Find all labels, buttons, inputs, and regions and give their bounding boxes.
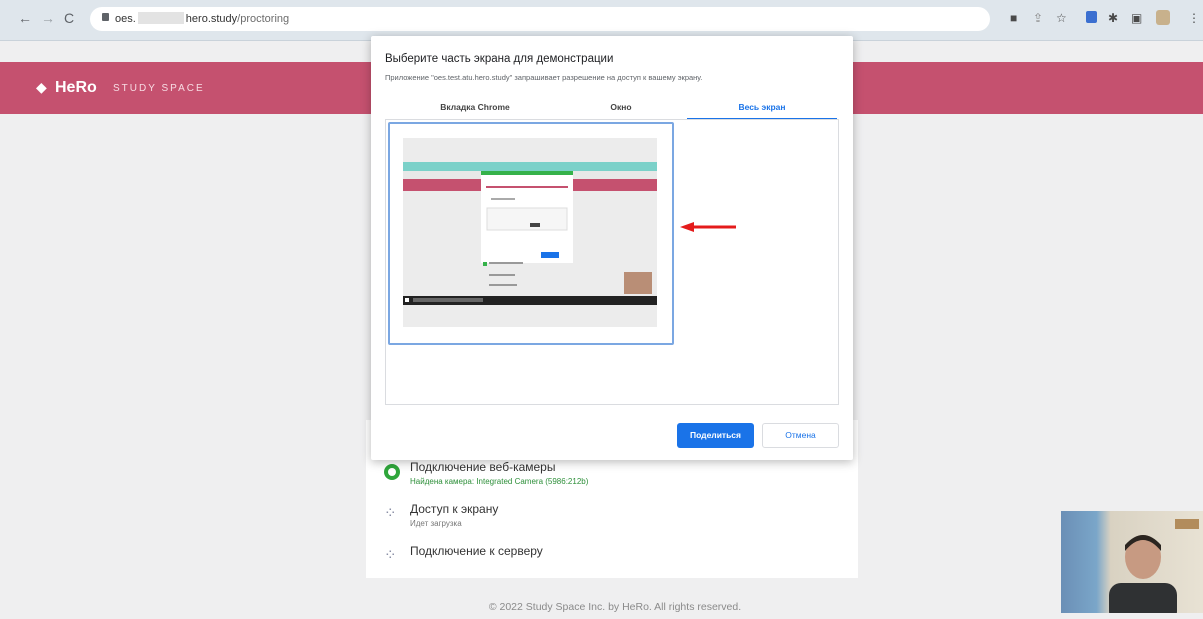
share-button[interactable]: Поделиться [677, 423, 754, 448]
logo-text: HeRo [55, 79, 97, 96]
camera-icon[interactable]: ■ [1010, 11, 1017, 25]
tab-window[interactable]: Окно [546, 102, 696, 112]
screen-thumbnail-image [403, 138, 657, 327]
webcam-preview [1061, 511, 1203, 613]
screen-share-dialog: Выберите часть экрана для демонстрации П… [371, 36, 853, 460]
annotation-arrow [680, 222, 736, 232]
share-icon[interactable]: ⇪ [1033, 11, 1043, 25]
logo-subtext: STUDY SPACE [113, 83, 205, 94]
screen-option-thumbnail[interactable] [388, 122, 674, 345]
tab-entire-screen[interactable]: Весь экран [687, 102, 837, 112]
forward-icon[interactable]: → [41, 10, 55, 26]
check-title: Доступ к экрану [410, 502, 499, 516]
dialog-subtitle: Приложение "oes.test.atu.hero.study" зап… [385, 73, 703, 82]
url-redaction [137, 12, 184, 24]
logo-icon: ◆ [36, 79, 47, 95]
check-subtitle: Найдена камера: Integrated Camera (5986:… [410, 477, 589, 486]
check-subtitle: Идет загрузка [410, 519, 462, 528]
loading-spinner-icon: ⁘ [384, 547, 397, 564]
cancel-button[interactable]: Отмена [762, 423, 839, 448]
reload-icon[interactable]: C [64, 10, 74, 26]
webcam-person-image [1109, 519, 1199, 613]
screen-thumbnail-drawing [403, 138, 657, 327]
sidebar-icon[interactable]: ▣ [1131, 11, 1142, 25]
check-title: Подключение веб-камеры [410, 460, 556, 474]
menu-icon[interactable]: ⋮ [1188, 11, 1200, 25]
check-title: Подключение к серверу [410, 544, 543, 558]
url-text: oes. hero.study/proctoring [115, 12, 290, 25]
footer-copyright: © 2022 Study Space Inc. by HeRo. All rig… [488, 601, 742, 613]
loading-spinner-icon: ⁘ [384, 505, 397, 522]
back-icon[interactable]: ← [18, 10, 32, 26]
share-source-list [385, 119, 839, 405]
extension-icon[interactable] [1086, 11, 1097, 23]
profile-icon[interactable] [1156, 10, 1170, 25]
dialog-title: Выберите часть экрана для демонстрации [385, 53, 614, 65]
lock-icon [102, 13, 109, 21]
tab-chrome-tab[interactable]: Вкладка Chrome [400, 102, 550, 112]
address-bar[interactable]: oes. hero.study/proctoring [90, 7, 990, 31]
star-icon[interactable]: ☆ [1056, 11, 1067, 25]
success-icon [384, 464, 400, 480]
puzzle-icon[interactable]: ✱ [1108, 11, 1118, 25]
browser-toolbar: ← → C oes. hero.study/proctoring ■ ⇪ ☆ ✱ … [0, 0, 1203, 41]
